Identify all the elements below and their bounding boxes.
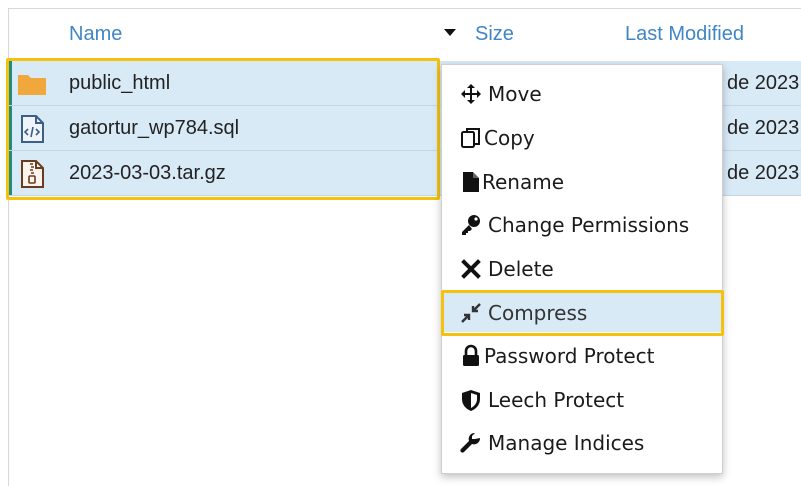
file-name: gatortur_wp784.sql [69,117,240,139]
menu-item-move[interactable]: Move [442,73,722,113]
file-modified: de 2023 [727,72,800,94]
menu-item-label: Rename [482,170,565,194]
menu-item-rename[interactable]: Rename [442,161,722,201]
menu-item-label: Compress [488,301,588,325]
menu-item-label: Password Protect [484,344,655,368]
menu-item-manage-indices[interactable]: Manage Indices [442,422,722,462]
menu-item-label: Move [488,82,542,106]
code-file-icon [21,115,44,143]
key-icon [462,215,480,235]
file-modified: de 2023 [727,162,800,184]
menu-item-change-permissions[interactable]: Change Permissions [442,204,722,244]
menu-item-leech-protect[interactable]: Leech Protect [442,379,722,419]
wrench-icon [460,432,481,453]
shield-icon [462,390,480,411]
folder-icon [18,75,46,95]
copy-icon [461,128,480,148]
menu-item-copy[interactable]: Copy [442,117,722,157]
context-menu: Move Copy Rename Change Permissions Dele… [441,64,723,474]
menu-item-label: Leech Protect [488,388,625,412]
name-column-header[interactable]: Name [69,22,122,46]
lock-icon [463,344,479,366]
last-modified-column-header[interactable]: Last Modified [625,22,744,46]
compress-icon [461,303,481,323]
menu-item-label: Manage Indices [488,431,645,455]
row-accent [9,106,12,150]
file-list-header: Name Size Last Modified [0,0,801,58]
menu-item-label: Copy [484,126,535,150]
size-column-header[interactable]: Size [475,22,514,46]
move-arrows-icon [461,84,481,104]
row-accent [9,61,12,105]
file-name: 2023-03-03.tar.gz [69,162,226,184]
x-icon [461,259,481,279]
file-modified: de 2023 [727,117,800,139]
menu-item-label: Change Permissions [488,213,690,237]
menu-item-password-protect[interactable]: Password Protect [442,335,722,375]
file-icon [463,172,479,192]
row-accent [9,151,12,195]
menu-item-label: Delete [488,257,554,281]
menu-item-compress[interactable]: Compress [442,292,722,332]
file-name: public_html [69,72,171,94]
sort-caret-icon[interactable] [444,29,456,36]
archive-file-icon [21,160,44,188]
menu-item-delete[interactable]: Delete [442,248,722,288]
